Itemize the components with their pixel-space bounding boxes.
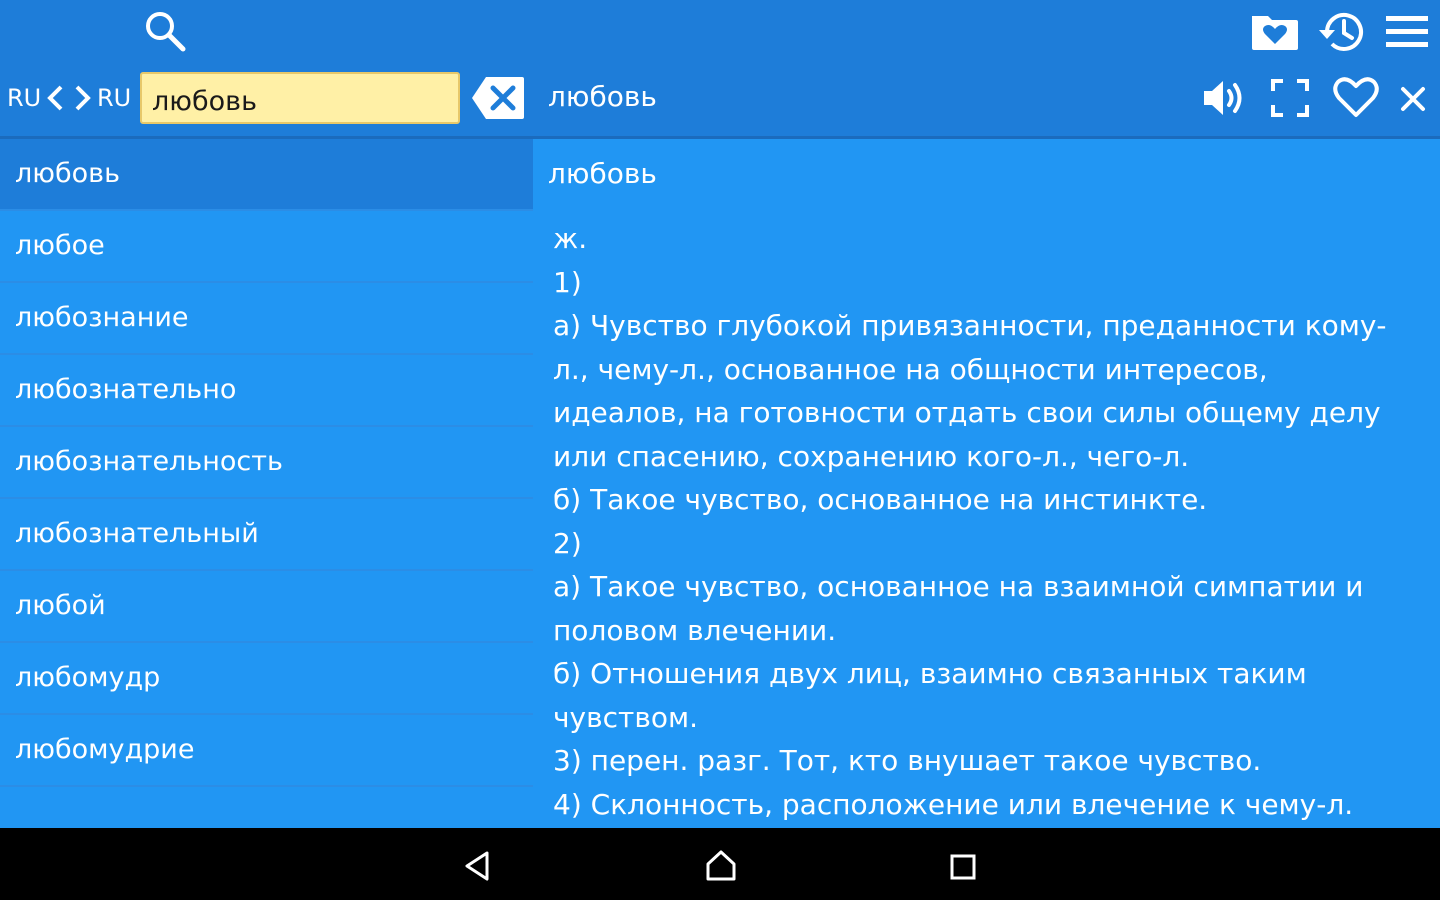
fullscreen-icon[interactable] [1270,78,1310,118]
article-line: а) Чувство глубокой привязанности, преда… [553,309,1387,342]
list-item[interactable]: любознательный [0,499,533,571]
list-item[interactable]: любознательно [0,355,533,427]
speaker-icon[interactable] [1200,76,1248,120]
list-item[interactable]: любой [0,571,533,643]
system-navigation-bar [0,828,1440,900]
word-list: любовь любое любознание любознательно лю… [0,139,533,828]
header-word: любовь [548,80,657,113]
history-icon[interactable] [1316,6,1368,58]
target-language[interactable]: RU [97,84,131,112]
backspace-clear-icon[interactable] [470,75,526,121]
article-line: 1) [553,265,582,299]
close-icon[interactable] [1400,86,1426,112]
search-icon[interactable] [142,8,188,54]
article-line: ж. [553,222,588,255]
home-icon[interactable] [704,848,738,882]
source-language[interactable]: RU [7,84,41,112]
top-app-bar: RU RU любовь [0,0,1440,136]
article-line: чувством. [553,700,698,734]
article-headword: любовь [548,157,657,190]
article-line: л., чему-л., основанное на общности инте… [553,352,1268,386]
article-line: 4) Склонность, расположение или влечение… [553,787,1354,821]
menu-icon[interactable] [1384,12,1430,50]
article-line: а) Такое чувство, основанное на взаимной… [553,570,1364,603]
list-item[interactable]: любознательность [0,427,533,499]
article-panel: любовь ж. 1) а) Чувство глубокой привяза… [533,139,1440,828]
chevron-right-icon[interactable] [73,84,93,116]
recents-icon[interactable] [948,852,978,882]
list-item[interactable]: любое [0,211,533,283]
favorites-folder-icon[interactable] [1250,10,1300,52]
list-item[interactable]: любомудр [0,643,533,715]
heart-icon[interactable] [1332,74,1380,120]
article-line: половом влечении. [553,613,837,647]
back-icon[interactable] [462,850,492,882]
list-item[interactable]: любовь [0,139,533,211]
list-item[interactable]: любомудрие [0,715,533,787]
article-body: ж. 1) а) Чувство глубокой привязанности,… [553,217,1413,826]
chevron-left-icon[interactable] [45,84,65,116]
article-line: б) Такое чувство, основанное на инстинкт… [553,483,1208,516]
article-line: б) Отношения двух лиц, взаимно связанных… [553,657,1307,690]
article-line: идеалов, на готовности отдать свои силы … [553,396,1381,429]
article-line: 3) перен. разг. Тот, кто внушает такое ч… [553,744,1262,777]
search-input[interactable] [140,72,460,124]
list-item[interactable]: любознание [0,283,533,355]
article-line: 2) [553,526,582,560]
article-line: или спасению, сохранению кого-л., чего-л… [553,439,1190,473]
